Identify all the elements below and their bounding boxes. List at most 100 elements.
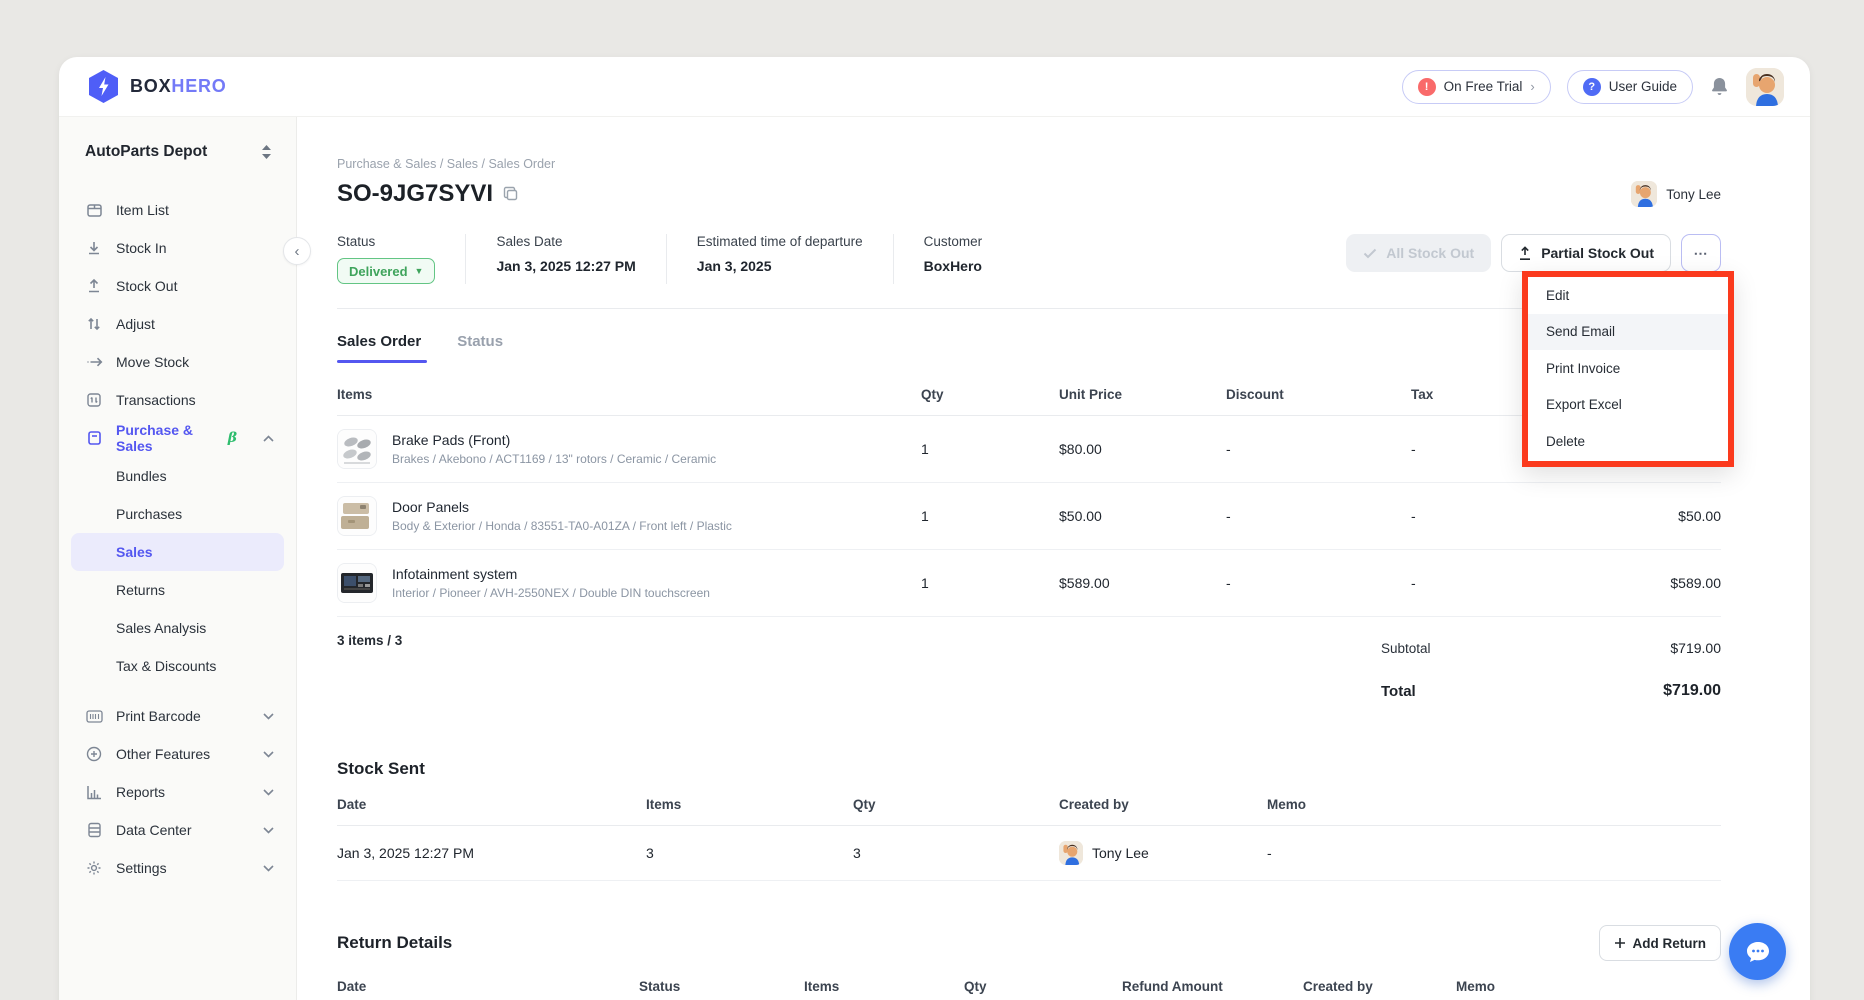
sidebar-item-label: Stock In [116,240,167,256]
sidebar-item-sales[interactable]: Sales [71,533,284,571]
chevron-down-icon [263,789,274,796]
sub-item-label: Sales Analysis [116,620,206,636]
sidebar-item-label: Adjust [116,316,155,332]
sidebar-item-reports[interactable]: Reports [59,773,296,811]
col-qty: Qty [964,979,1122,994]
sidebar-item-print-barcode[interactable]: Print Barcode [59,697,296,735]
free-trial-label: On Free Trial [1444,79,1523,94]
more-actions-button[interactable]: ⋯ [1681,234,1721,272]
cell-created-by: Tony Lee [1059,841,1267,865]
beta-badge: β [228,430,237,446]
return-details-section: Return Details Add Return Date Status It… [337,925,1721,1000]
menu-item-send-email[interactable]: Send Email [1528,314,1728,351]
tab-sales-order[interactable]: Sales Order [337,333,421,363]
sidebar-item-transactions[interactable]: Transactions [59,381,296,419]
cell-qty: 1 [921,508,1059,524]
caret-down-icon: ▼ [415,266,424,276]
col-status: Status [639,979,804,994]
document-icon [85,429,103,447]
sidebar-item-stock-out[interactable]: Stock Out [59,267,296,305]
sidebar-item-purchases[interactable]: Purchases [59,495,296,533]
chat-widget-button[interactable] [1729,923,1786,980]
sidebar-item-purchase-sales[interactable]: Purchase & Sales β [59,419,296,457]
cell-discount: - [1226,575,1411,591]
sidebar-item-bundles[interactable]: Bundles [59,457,296,495]
sidebar-item-data-center[interactable]: Data Center [59,811,296,849]
total-value: $719.00 [1663,682,1721,700]
breadcrumb[interactable]: Purchase & Sales / Sales / Sales Order [337,157,1721,171]
sidebar-item-sales-analysis[interactable]: Sales Analysis [59,609,296,647]
workspace-switcher[interactable]: AutoParts Depot [59,133,296,165]
item-name: Brake Pads (Front) [392,432,716,448]
cell-unit-price: $80.00 [1059,441,1226,457]
chat-icon [1745,940,1771,964]
sidebar-item-label: Settings [116,860,167,876]
sidebar-item-move-stock[interactable]: Move Stock [59,343,296,381]
col-items: Items [804,979,964,994]
sidebar-item-tax-discounts[interactable]: Tax & Discounts [59,647,296,685]
question-icon: ? [1583,78,1601,96]
item-thumbnail-door-panels [337,496,377,536]
order-table-header: Items Qty Unit Price Discount Tax [337,387,1721,416]
boxhero-logo[interactable]: BOXHERO [87,69,227,104]
col-created-by: Created by [1303,979,1456,994]
subtotal-label: Subtotal [1381,641,1431,656]
col-date: Date [337,979,639,994]
meta-value: Jan 3, 2025 12:27 PM [496,258,635,274]
user-guide-button[interactable]: ? User Guide [1567,70,1693,104]
sidebar-item-other-features[interactable]: Other Features [59,735,296,773]
status-value: Delivered [349,264,408,279]
menu-item-export-excel[interactable]: Export Excel [1528,387,1728,424]
table-row[interactable]: Jan 3, 2025 12:27 PM 3 3 Tony Lee - [337,826,1721,881]
cell-items: 3 [646,845,853,861]
plus-circle-icon [85,745,103,763]
sidebar-item-returns[interactable]: Returns [59,571,296,609]
sidebar-item-stock-in[interactable]: Stock In [59,229,296,267]
move-stock-icon [85,353,103,371]
box-icon [85,201,103,219]
col-items: Items [646,797,853,812]
sub-item-label: Sales [116,544,153,560]
meta-value: BoxHero [924,258,983,274]
table-row[interactable]: Infotainment system Interior / Pioneer /… [337,550,1721,617]
trial-alert-icon: ! [1418,78,1436,96]
sidebar-item-label: Purchase & Sales [116,422,207,454]
gear-icon [85,859,103,877]
transactions-icon [85,391,103,409]
sidebar-collapse-button[interactable]: ‹ [283,237,311,265]
cell-qty: 1 [921,575,1059,591]
tab-status[interactable]: Status [457,333,503,363]
menu-item-edit[interactable]: Edit [1528,277,1728,314]
col-created-by: Created by [1059,797,1267,812]
table-row[interactable]: Door Panels Body & Exterior / Honda / 83… [337,483,1721,550]
col-date: Date [337,797,646,812]
menu-item-print-invoice[interactable]: Print Invoice [1528,350,1728,387]
meta-etd: Estimated time of departure Jan 3, 2025 [697,234,894,284]
user-avatar[interactable] [1746,68,1784,106]
adjust-icon [85,315,103,333]
subtotal-value: $719.00 [1670,640,1721,656]
stock-sent-section: Stock Sent Date Items Qty Created by Mem… [337,759,1721,881]
stock-out-icon [85,277,103,295]
sub-item-label: Returns [116,582,165,598]
partial-stock-out-button[interactable]: Partial Stock Out [1501,234,1671,272]
sub-item-label: Bundles [116,468,167,484]
table-row[interactable]: Brake Pads (Front) Brakes / Akebono / AC… [337,416,1721,483]
cell-tax: - [1411,575,1551,591]
user-guide-label: User Guide [1609,79,1677,94]
free-trial-button[interactable]: ! On Free Trial › [1402,70,1551,104]
copy-icon[interactable] [503,186,519,202]
sidebar-item-settings[interactable]: Settings [59,849,296,887]
menu-item-delete[interactable]: Delete [1528,423,1728,460]
notification-bell-icon[interactable] [1709,76,1730,98]
sidebar-item-label: Move Stock [116,354,189,370]
sidebar-item-item-list[interactable]: Item List [59,191,296,229]
sub-item-label: Purchases [116,506,182,522]
boxhero-logo-text: BOXHERO [130,76,227,97]
sidebar-item-adjust[interactable]: Adjust [59,305,296,343]
status-dropdown[interactable]: Delivered ▼ [337,258,435,284]
order-owner: Tony Lee [1631,181,1721,207]
cell-unit-price: $589.00 [1059,575,1226,591]
add-return-button[interactable]: Add Return [1599,925,1722,961]
meta-status: Status Delivered ▼ [337,234,466,284]
